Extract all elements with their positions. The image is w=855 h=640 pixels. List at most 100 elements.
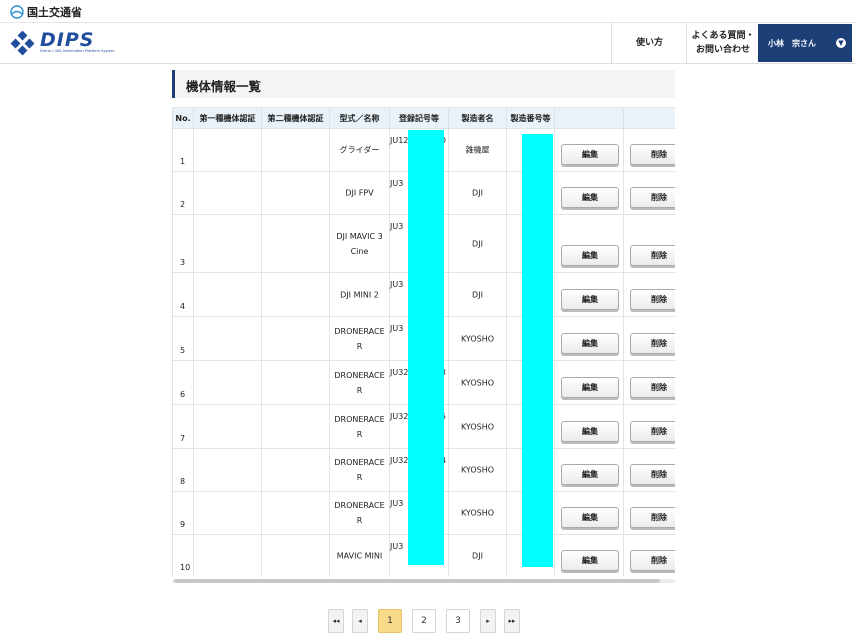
edit-button[interactable]: 編集: [561, 144, 619, 165]
horizontal-scrollbar[interactable]: [172, 579, 675, 583]
howto-link[interactable]: 使い方: [611, 23, 687, 63]
row-model: DRONERACE R: [329, 316, 390, 361]
delete-button[interactable]: 削除: [630, 550, 675, 571]
row-maker: KYOSHO: [448, 491, 507, 535]
row-model-line: MAVIC MINI: [336, 551, 383, 561]
row-type1-cert: [193, 171, 262, 215]
page-1-button[interactable]: 1: [378, 609, 402, 633]
edit-button[interactable]: 編集: [561, 464, 619, 485]
row-maker: KYOSHO: [448, 404, 507, 449]
row-delete-cell: 削除: [623, 214, 675, 273]
row-type2-cert: [261, 404, 330, 449]
row-reg-value: JU32: [390, 368, 409, 377]
row-delete-cell: 削除: [623, 171, 675, 215]
row-no-value: 1: [180, 157, 186, 166]
row-maker: DJI: [448, 171, 507, 215]
edit-button[interactable]: 編集: [561, 507, 619, 528]
row-maker-value: KYOSHO: [460, 334, 495, 343]
delete-button[interactable]: 削除: [630, 245, 675, 266]
page-2-button[interactable]: 2: [412, 609, 436, 633]
row-model: DJI MAVIC 3 Cine: [329, 214, 390, 273]
last-page-button[interactable]: ▸▸: [504, 609, 520, 633]
dips-diamonds-icon: [10, 30, 35, 56]
edit-button[interactable]: 編集: [561, 421, 619, 442]
row-no-value: 6: [180, 390, 186, 399]
row-type2-cert: [261, 171, 330, 215]
edit-button[interactable]: 編集: [561, 289, 619, 310]
row-no: 7: [172, 404, 194, 449]
row-edit-cell: 編集: [554, 272, 624, 317]
row-type2-cert: [261, 491, 330, 535]
row-delete-cell: 削除: [623, 128, 675, 172]
row-no: 3: [172, 214, 194, 273]
row-maker-value: KYOSHO: [460, 508, 495, 518]
row-no-value: 2: [180, 200, 186, 209]
next-page-button[interactable]: ▸: [480, 609, 496, 633]
first-page-button[interactable]: ◂◂: [328, 609, 344, 633]
edit-button[interactable]: 編集: [561, 550, 619, 571]
row-edit-cell: 編集: [554, 534, 624, 577]
row-maker: DJI: [448, 272, 507, 317]
delete-button[interactable]: 削除: [630, 333, 675, 354]
dips-wordmark: DIPS: [40, 29, 95, 51]
row-no-value: 7: [180, 434, 186, 443]
edit-button[interactable]: 編集: [561, 245, 619, 266]
row-type1-cert: [193, 534, 262, 577]
row-reg-value: JU3: [390, 280, 404, 289]
row-model-line: R: [356, 516, 363, 525]
mlit-logo[interactable]: 国土交通省: [10, 4, 82, 20]
row-type2-cert: [261, 128, 330, 172]
row-model: グライダー: [329, 128, 390, 172]
faq-label: よくある質問・ お問い合わせ: [691, 29, 754, 57]
user-menu-button[interactable]: 小林 宗さん ▼: [758, 24, 852, 62]
row-maker-value: DJI: [472, 188, 483, 198]
row-reg-value: JU3: [390, 222, 404, 231]
row-maker-value: KYOSHO: [460, 465, 495, 475]
delete-button[interactable]: 削除: [630, 187, 675, 208]
row-maker: KYOSHO: [448, 316, 507, 361]
row-no: 8: [172, 448, 194, 492]
row-no-value: 10: [180, 563, 191, 572]
row-delete-cell: 削除: [623, 534, 675, 577]
delete-button[interactable]: 削除: [630, 464, 675, 485]
row-model-line: R: [356, 385, 363, 395]
row-type2-cert: [261, 448, 330, 492]
row-no-value: 9: [180, 520, 186, 529]
row-no: 1: [172, 128, 194, 172]
row-maker: DJI: [448, 534, 507, 577]
row-no: 5: [172, 316, 194, 361]
delete-button[interactable]: 削除: [630, 421, 675, 442]
row-edit-cell: 編集: [554, 404, 624, 449]
edit-button[interactable]: 編集: [561, 187, 619, 208]
row-reg-value: JU32: [390, 412, 409, 421]
row-model-line: グライダー: [339, 145, 380, 155]
edit-button[interactable]: 編集: [561, 377, 619, 398]
edit-button[interactable]: 編集: [561, 333, 619, 354]
row-type1-cert: [193, 316, 262, 361]
row-maker-value: KYOSHO: [460, 378, 495, 387]
row-model-line: DRONERACE: [334, 501, 385, 510]
row-model: DRONERACE R: [329, 404, 390, 449]
delete-button[interactable]: 削除: [630, 289, 675, 310]
row-type2-cert: [261, 316, 330, 361]
row-delete-cell: 削除: [623, 316, 675, 361]
dips-logo[interactable]: DIPS Drone / UAS Information Platform Sy…: [10, 29, 130, 57]
scrollbar-thumb[interactable]: [174, 579, 660, 583]
chevron-down-icon: ▼: [836, 38, 846, 48]
delete-button[interactable]: 削除: [630, 144, 675, 165]
faq-contact-link[interactable]: よくある質問・ お問い合わせ: [686, 23, 759, 63]
row-maker-value: 雑機屋: [465, 145, 490, 155]
header-type2-cert: 第二種機体認証: [261, 107, 330, 129]
prev-page-button[interactable]: ◂: [352, 609, 368, 633]
row-edit-cell: 編集: [554, 214, 624, 273]
row-edit-cell: 編集: [554, 128, 624, 172]
howto-label: 使い方: [635, 38, 663, 48]
row-no-value: 3: [180, 258, 186, 267]
row-model-line: DRONERACE: [334, 370, 385, 380]
row-type1-cert: [193, 491, 262, 535]
row-maker: 雑機屋: [448, 128, 507, 172]
page-3-button[interactable]: 3: [446, 609, 470, 633]
row-model-line: DRONERACE: [334, 326, 385, 336]
delete-button[interactable]: 削除: [630, 507, 675, 528]
delete-button[interactable]: 削除: [630, 377, 675, 398]
